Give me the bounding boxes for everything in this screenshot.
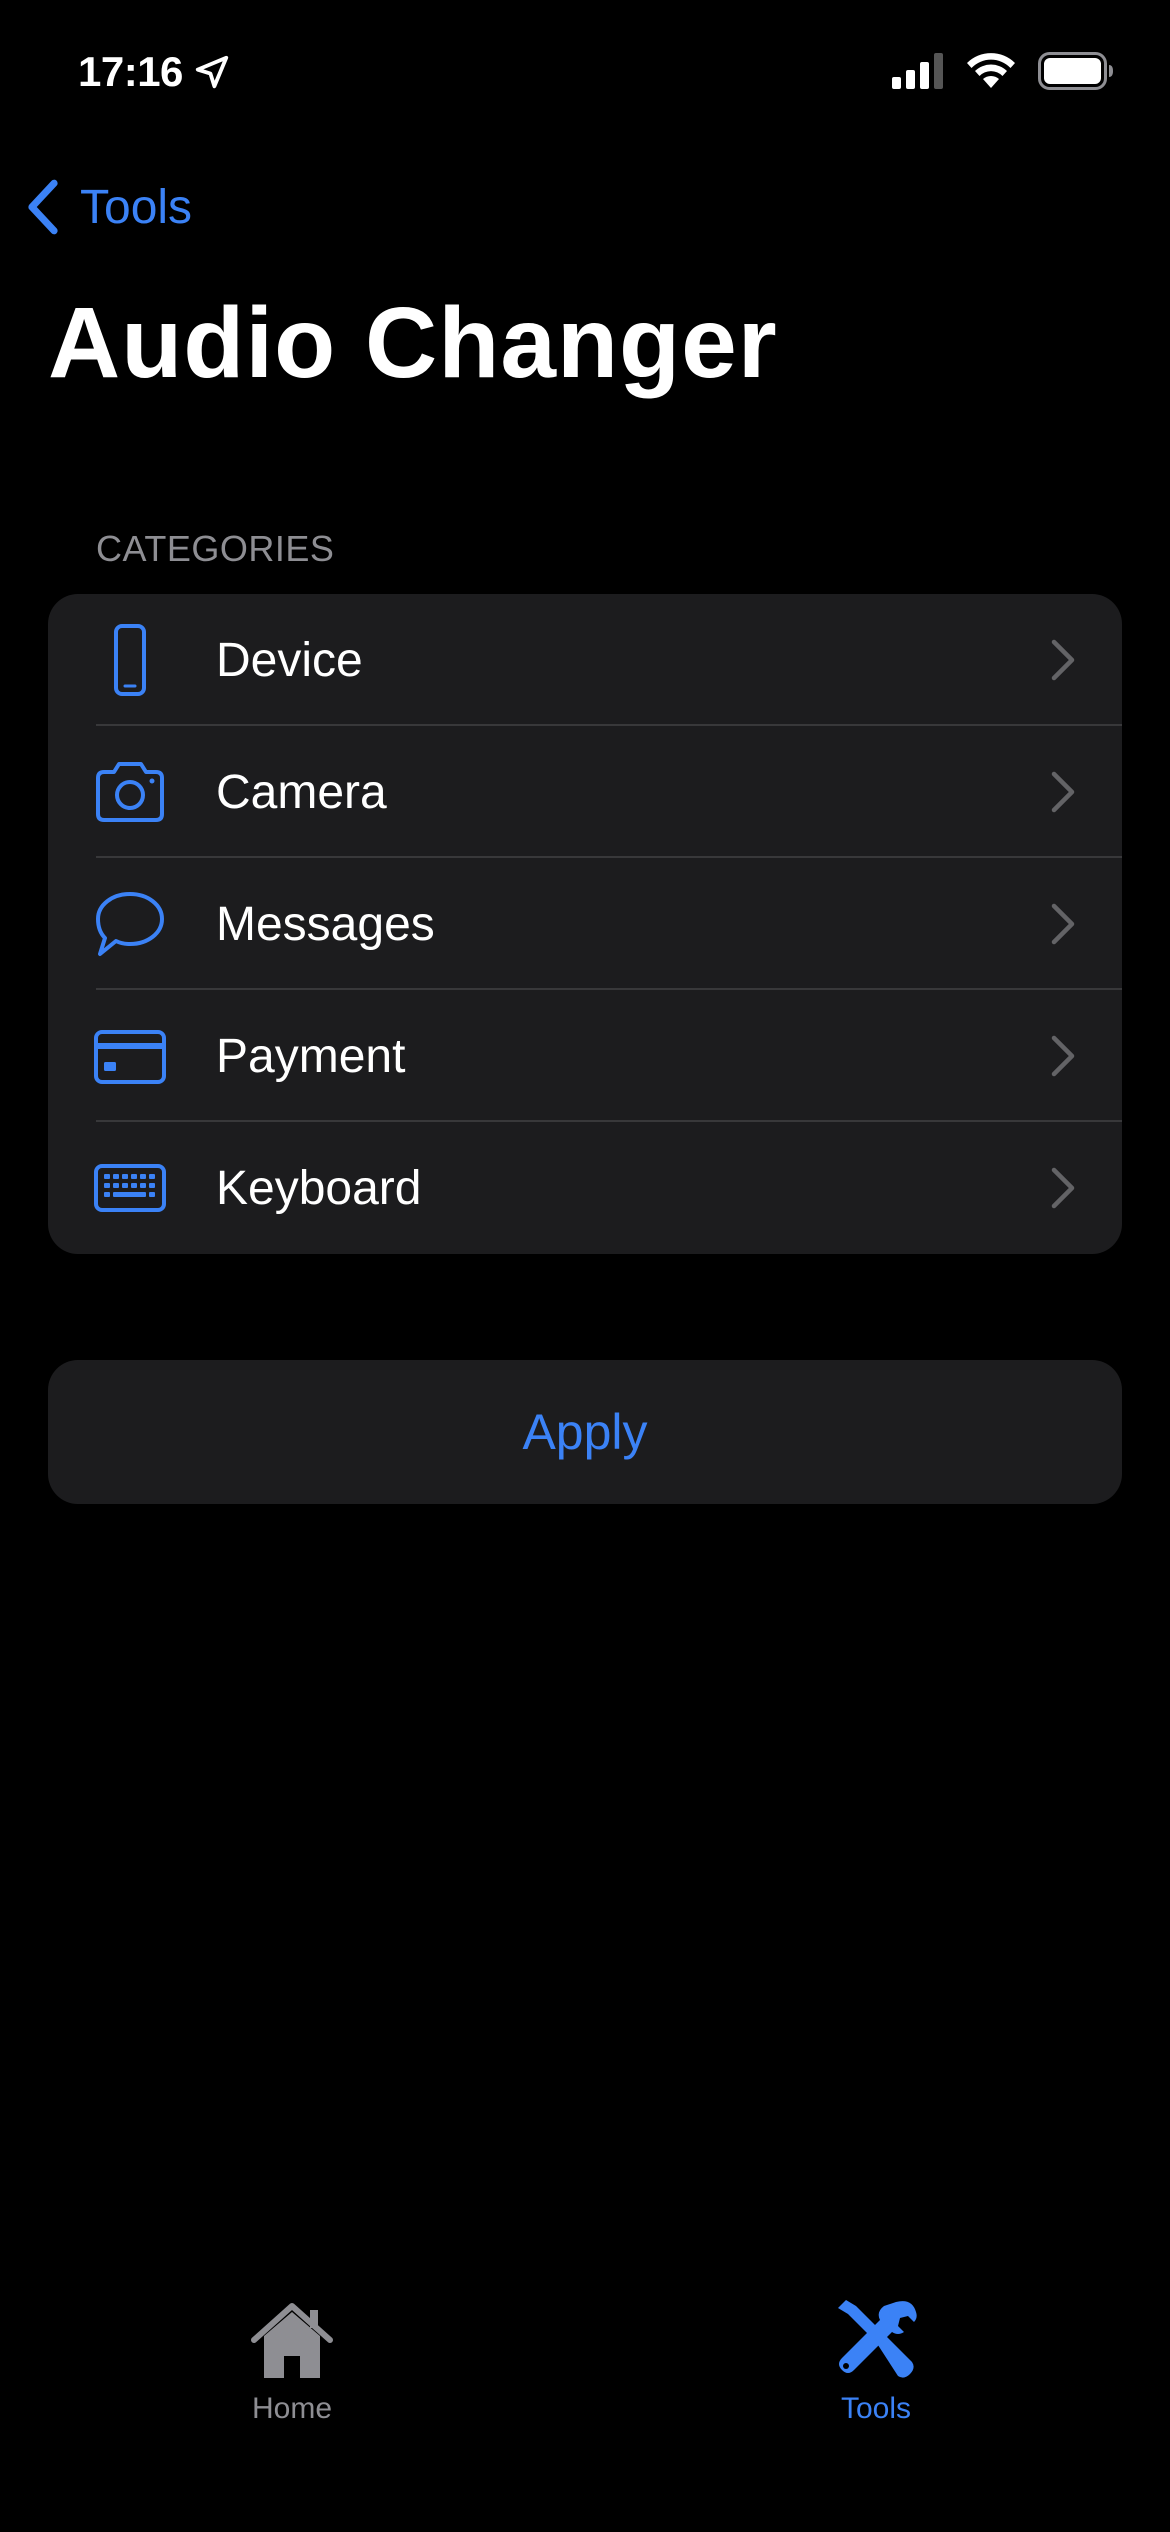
message-bubble-icon (92, 890, 168, 958)
list-item-label: Camera (216, 765, 387, 819)
cellular-signal-icon (892, 53, 943, 89)
tab-bar: Home Tools (0, 2280, 1170, 2532)
chevron-right-icon (1051, 1035, 1075, 1077)
status-indicators (892, 52, 1114, 90)
chevron-right-icon (1051, 903, 1075, 945)
list-item-camera[interactable]: Camera (48, 726, 1122, 858)
tab-home-label: Home (251, 2392, 333, 2425)
list-item-keyboard[interactable]: Keyboard (48, 1122, 1122, 1254)
back-button[interactable]: Tools (24, 172, 192, 242)
categories-list: Device Camera Messages Payment Keyboard (48, 594, 1122, 1254)
section-header-categories: CATEGORIES (96, 528, 335, 569)
phone-icon (92, 624, 168, 696)
apply-button-label: Apply (522, 1404, 648, 1460)
page-title: Audio Changer (48, 287, 778, 399)
tab-home[interactable]: Home (192, 2296, 392, 2436)
status-time-text: 17:16 (78, 48, 183, 95)
location-arrow-icon (195, 55, 229, 89)
list-item-label: Payment (216, 1029, 406, 1083)
tools-icon (838, 2300, 917, 2378)
list-item-label: Keyboard (216, 1161, 422, 1215)
status-time: 17:16 (78, 48, 231, 96)
status-bar: 17:16 (0, 0, 1170, 150)
credit-card-icon (92, 1022, 168, 1090)
list-item-payment[interactable]: Payment (48, 990, 1122, 1122)
list-item-messages[interactable]: Messages (48, 858, 1122, 990)
house-icon (251, 2303, 333, 2378)
camera-icon (92, 758, 168, 826)
apply-button[interactable]: Apply (48, 1360, 1122, 1504)
chevron-right-icon (1051, 771, 1075, 813)
list-item-label: Device (216, 633, 363, 687)
list-item-device[interactable]: Device (48, 594, 1122, 726)
wifi-icon (967, 53, 1015, 88)
chevron-right-icon (1051, 639, 1075, 681)
list-item-label: Messages (216, 897, 435, 951)
keyboard-icon (92, 1154, 168, 1222)
tab-tools-label: Tools (840, 2392, 912, 2425)
battery-icon (1038, 52, 1113, 90)
chevron-left-icon (28, 179, 58, 235)
tab-tools[interactable]: Tools (776, 2296, 976, 2436)
back-button-label: Tools (80, 180, 193, 234)
chevron-right-icon (1051, 1167, 1075, 1209)
